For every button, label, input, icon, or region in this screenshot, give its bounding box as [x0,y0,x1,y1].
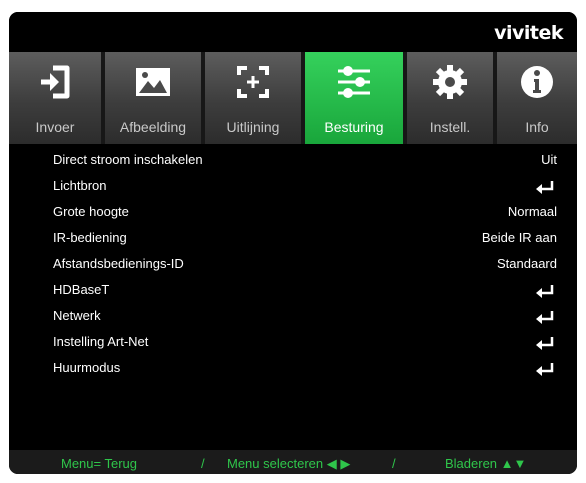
input-icon [41,65,70,99]
hint-browse: Bladeren ▲▼ [445,456,527,471]
menu-item-direct-power-on[interactable]: Direct stroom inschakelen Uit [53,150,557,170]
menu-item-label: Netwerk [53,308,101,323]
menu-item-hdbaset[interactable]: HDBaseT [53,280,557,300]
menu-item-label: Lichtbron [53,178,107,193]
image-icon [136,68,170,96]
enter-icon [536,285,554,298]
footer-hint-bar: Menu= Terug / Menu selecteren ◀ ▶ / Blad… [9,450,577,474]
hint-separator: / [201,456,205,471]
alignment-icon [237,66,269,98]
tab-afbeelding[interactable]: Afbeelding [105,52,201,144]
menu-item-network[interactable]: Netwerk [53,306,557,326]
tab-invoer[interactable]: Invoer [9,52,101,144]
tab-bar: Invoer Afbeelding Uitlijning Besturing I… [9,52,577,144]
enter-icon [536,363,554,376]
menu-item-label: HDBaseT [53,282,110,297]
menu-item-value: Beide IR aan [481,230,557,245]
brand-logo: vivitek [494,22,563,44]
menu-item-label: Instelling Art-Net [53,334,149,349]
tab-label: Invoer [35,119,75,135]
menu-item-label: Direct stroom inschakelen [53,152,203,167]
menu-item-high-altitude[interactable]: Grote hoogte Normaal [53,202,557,222]
enter-icon [536,311,554,324]
menu-item-remote-id[interactable]: Afstandsbedienings-ID Standaard [53,254,557,274]
osd-header [9,12,577,52]
menu-item-light-source[interactable]: Lichtbron [53,176,557,196]
tab-besturing[interactable]: Besturing [305,52,403,144]
settings-menu: Direct stroom inschakelen Uit Lichtbron … [9,144,577,450]
tab-info[interactable]: Info [497,52,577,144]
tab-label: Uitlijning [226,119,280,135]
hint-separator: / [392,456,396,471]
menu-item-label: Huurmodus [53,360,121,375]
enter-icon [536,181,554,194]
tab-label: Besturing [324,119,384,135]
gear-icon [433,65,467,99]
menu-item-label: Grote hoogte [53,204,129,219]
hint-back: Menu= Terug [61,456,138,471]
menu-item-ir-control[interactable]: IR-bediening Beide IR aan [53,228,557,248]
menu-item-value: Standaard [497,256,557,271]
tab-uitlijning[interactable]: Uitlijning [205,52,301,144]
menu-item-label: IR-bediening [53,230,127,245]
tab-label: Afbeelding [119,119,187,135]
info-icon [521,66,553,98]
menu-item-value: Normaal [507,204,557,219]
menu-item-rental-mode[interactable]: Huurmodus [53,358,557,378]
tab-label: Instell. [429,119,471,135]
sliders-icon [338,66,370,98]
enter-icon [536,337,554,350]
menu-item-label: Afstandsbedienings-ID [53,256,184,271]
tab-label: Info [525,119,549,135]
menu-item-art-net[interactable]: Instelling Art-Net [53,332,557,352]
tab-instell[interactable]: Instell. [407,52,493,144]
projector-osd-menu: vivitek Invoer Afbeelding Uitlijning Bes… [9,12,577,474]
hint-menu-select: Menu selecteren ◀ ▶ [227,456,351,471]
menu-item-value: Uit [541,152,557,167]
